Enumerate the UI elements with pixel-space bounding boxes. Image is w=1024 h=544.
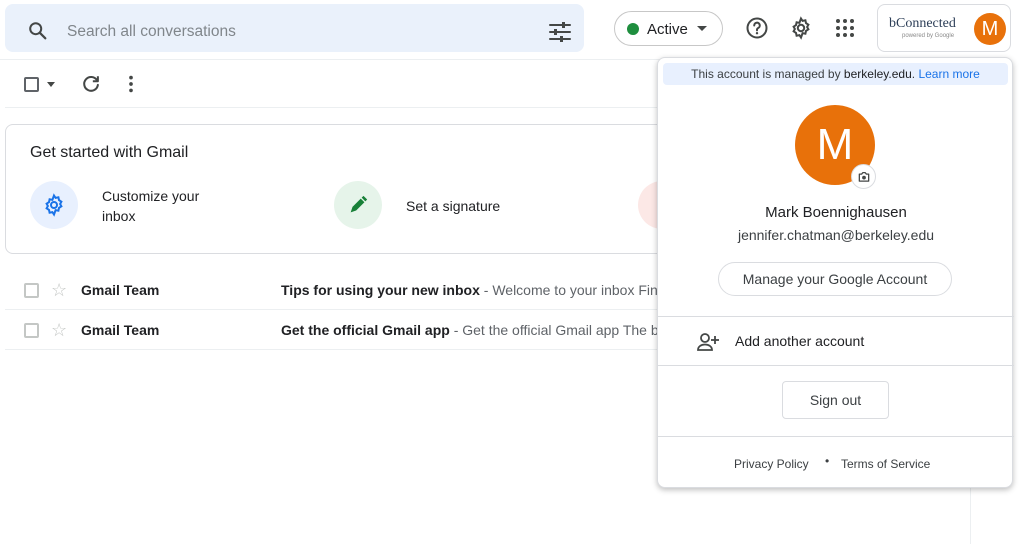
add-person-icon xyxy=(697,333,719,351)
gear-icon xyxy=(45,193,63,217)
star-icon[interactable]: ☆ xyxy=(51,320,67,341)
help-icon[interactable] xyxy=(745,16,769,40)
managed-notice: This account is managed by berkeley.edu.… xyxy=(663,63,1008,85)
gear-icon[interactable] xyxy=(789,16,813,40)
status-dot-icon xyxy=(627,23,639,35)
account-name: Mark Boennighausen xyxy=(765,204,907,221)
manage-account-button[interactable]: Manage your Google Account xyxy=(718,262,952,296)
refresh-icon[interactable] xyxy=(80,73,102,95)
pen-icon xyxy=(350,195,368,213)
search-options-icon[interactable] xyxy=(548,21,572,43)
footer-separator: • xyxy=(825,454,830,468)
row-subject: Get the official Gmail app - Get the off… xyxy=(281,322,659,338)
divider xyxy=(658,436,1014,437)
row-subject: Tips for using your new inbox - Welcome … xyxy=(281,282,661,298)
row-checkbox[interactable] xyxy=(24,283,39,298)
customize-inbox-button[interactable] xyxy=(30,181,78,229)
status-label: Active xyxy=(647,21,688,38)
sign-out-button[interactable]: Sign out xyxy=(782,381,889,419)
avatar[interactable]: M xyxy=(974,13,1006,45)
org-logo: bConnected xyxy=(889,16,956,31)
camera-icon xyxy=(858,171,870,182)
customize-inbox-label[interactable]: Customize your inbox xyxy=(102,186,199,226)
add-account-label: Add another account xyxy=(735,333,865,349)
select-all-checkbox[interactable] xyxy=(24,77,39,92)
chevron-down-icon xyxy=(697,26,707,31)
account-switcher[interactable]: bConnected powered by Google M xyxy=(877,4,1011,52)
status-chip[interactable]: Active xyxy=(614,11,723,46)
change-photo-button[interactable] xyxy=(851,164,876,189)
row-checkbox[interactable] xyxy=(24,323,39,338)
row-sender: Gmail Team xyxy=(81,322,160,338)
add-account-button[interactable]: Add another account xyxy=(658,317,1014,365)
more-vert-icon[interactable] xyxy=(120,73,142,95)
account-email: jennifer.chatman@berkeley.edu xyxy=(737,227,935,243)
set-signature-label[interactable]: Set a signature xyxy=(406,196,500,216)
get-started-title: Get started with Gmail xyxy=(30,144,189,161)
org-logo-sub: powered by Google xyxy=(902,33,955,39)
set-signature-button[interactable] xyxy=(334,181,382,229)
apps-grid-icon[interactable] xyxy=(833,16,857,40)
divider xyxy=(658,365,1014,366)
search-input[interactable]: Search all conversations xyxy=(67,23,236,41)
search-icon[interactable] xyxy=(27,20,49,42)
account-popup: This account is managed by berkeley.edu.… xyxy=(657,57,1014,488)
learn-more-link[interactable]: Learn more xyxy=(918,67,979,81)
search-bar[interactable]: Search all conversations xyxy=(5,4,584,52)
star-icon[interactable]: ☆ xyxy=(51,280,67,301)
terms-of-service-link[interactable]: Terms of Service xyxy=(841,457,930,471)
row-sender: Gmail Team xyxy=(81,282,160,298)
get-started-card: Get started with Gmail Customize your in… xyxy=(5,124,685,254)
privacy-policy-link[interactable]: Privacy Policy xyxy=(734,457,809,471)
select-dropdown-icon[interactable] xyxy=(47,82,55,87)
